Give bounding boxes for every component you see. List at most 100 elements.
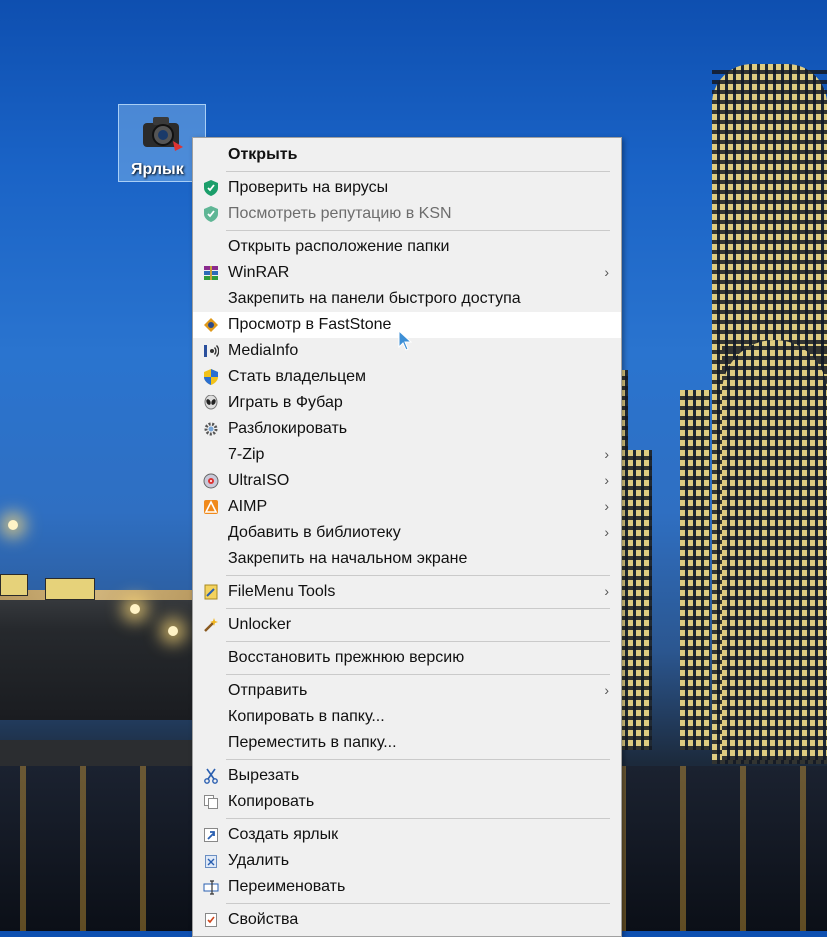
filemenu-tools-icon — [203, 584, 219, 600]
delete-icon — [203, 853, 219, 869]
menu-item-ksn-reputation[interactable]: Посмотреть репутацию в KSN — [193, 201, 621, 227]
kaspersky-shield-icon — [203, 206, 219, 222]
menu-item-send-to[interactable]: Отправить › — [193, 678, 621, 704]
menu-item-label: Открыть расположение папки — [228, 238, 450, 255]
shortcut-label: Ярлык — [131, 161, 184, 178]
road-sign — [0, 574, 28, 596]
unlocker-wand-icon — [203, 617, 219, 633]
submenu-arrow-icon: › — [604, 498, 609, 514]
street-light — [130, 604, 140, 614]
menu-item-open[interactable]: Открыть — [193, 142, 621, 168]
submenu-arrow-icon: › — [604, 446, 609, 462]
menu-item-label: UltraISO — [228, 472, 290, 489]
menu-item-unblock[interactable]: Разблокировать — [193, 416, 621, 442]
menu-item-ultraiso[interactable]: UltraISO › — [193, 468, 621, 494]
menu-item-label: Копировать — [228, 793, 315, 810]
menu-item-rename[interactable]: Переименовать — [193, 874, 621, 900]
menu-item-label: Посмотреть репутацию в KSN — [228, 205, 452, 222]
menu-item-delete[interactable]: Удалить — [193, 848, 621, 874]
shortcut-icon — [203, 827, 219, 843]
menu-item-label: Отправить — [228, 682, 308, 699]
menu-item-copy-to-folder[interactable]: Копировать в папку... — [193, 704, 621, 730]
submenu-arrow-icon: › — [604, 524, 609, 540]
uac-shield-icon — [203, 369, 219, 385]
menu-item-label: 7-Zip — [228, 446, 265, 463]
menu-item-label: Копировать в папку... — [228, 708, 385, 725]
copy-icon — [203, 794, 219, 810]
menu-item-play-foobar[interactable]: Играть в Фубар — [193, 390, 621, 416]
menu-item-unlocker[interactable]: Unlocker — [193, 612, 621, 638]
menu-item-move-to-folder[interactable]: Переместить в папку... — [193, 730, 621, 756]
menu-item-create-shortcut[interactable]: Создать ярлык — [193, 822, 621, 848]
menu-separator — [226, 230, 610, 231]
menu-item-add-to-library[interactable]: Добавить в библиотеку › — [193, 520, 621, 546]
menu-item-label: Добавить в библиотеку — [228, 524, 401, 541]
menu-item-7zip[interactable]: 7-Zip › — [193, 442, 621, 468]
submenu-arrow-icon: › — [604, 583, 609, 599]
menu-item-label: Разблокировать — [228, 420, 348, 437]
menu-item-restore-previous[interactable]: Восстановить прежнюю версию — [193, 645, 621, 671]
faststone-icon — [203, 317, 219, 333]
menu-separator — [226, 759, 610, 760]
menu-item-label: Свойства — [228, 911, 299, 928]
menu-item-label: MediaInfo — [228, 342, 299, 359]
kaspersky-shield-icon — [203, 180, 219, 196]
menu-item-filemenu-tools[interactable]: FileMenu Tools › — [193, 579, 621, 605]
winrar-icon — [203, 265, 219, 281]
submenu-arrow-icon: › — [604, 264, 609, 280]
unblock-gear-icon — [203, 421, 219, 437]
aimp-icon — [203, 499, 219, 515]
menu-item-properties[interactable]: Свойства — [193, 907, 621, 933]
menu-item-label: Вырезать — [228, 767, 300, 784]
bridge — [0, 590, 195, 720]
menu-item-label: Переименовать — [228, 878, 346, 895]
menu-item-winrar[interactable]: WinRAR › — [193, 260, 621, 286]
menu-separator — [226, 903, 610, 904]
mouse-cursor-icon — [398, 330, 413, 351]
street-light — [168, 626, 178, 636]
menu-item-label: Восстановить прежнюю версию — [228, 649, 465, 666]
submenu-arrow-icon: › — [604, 472, 609, 488]
mediainfo-icon — [203, 343, 219, 359]
menu-item-label: Закрепить на панели быстрого доступа — [228, 290, 521, 307]
skyline-building — [680, 390, 710, 750]
menu-item-label: Проверить на вирусы — [228, 179, 389, 196]
menu-item-label: Открыть — [228, 146, 298, 163]
camera-icon — [143, 117, 183, 151]
menu-item-aimp[interactable]: AIMP › — [193, 494, 621, 520]
menu-item-copy[interactable]: Копировать — [193, 789, 621, 815]
menu-item-label: Создать ярлык — [228, 826, 339, 843]
menu-item-label: WinRAR — [228, 264, 290, 281]
skyline-building — [620, 450, 652, 750]
context-menu: Открыть Проверить на вирусы Посмотреть р… — [192, 137, 622, 937]
properties-icon — [203, 912, 219, 928]
menu-item-label: Удалить — [228, 852, 290, 869]
foobar-alien-icon — [203, 395, 219, 411]
ultraiso-icon — [203, 473, 219, 489]
menu-item-scan-virus[interactable]: Проверить на вирусы — [193, 175, 621, 201]
menu-item-take-ownership[interactable]: Стать владельцем — [193, 364, 621, 390]
menu-item-label: AIMP — [228, 498, 268, 515]
menu-item-cut[interactable]: Вырезать — [193, 763, 621, 789]
menu-item-label: Unlocker — [228, 616, 292, 633]
menu-item-pin-start[interactable]: Закрепить на начальном экране — [193, 546, 621, 572]
menu-separator — [226, 818, 610, 819]
menu-separator — [226, 575, 610, 576]
scissors-icon — [203, 768, 219, 784]
menu-item-label: Стать владельцем — [228, 368, 366, 385]
skyline-tower — [722, 340, 827, 760]
menu-separator — [226, 641, 610, 642]
menu-item-label: Переместить в папку... — [228, 734, 397, 751]
menu-separator — [226, 171, 610, 172]
menu-item-label: Просмотр в FastStone — [228, 316, 392, 333]
menu-item-label: Играть в Фубар — [228, 394, 343, 411]
rename-icon — [203, 879, 219, 895]
menu-separator — [226, 674, 610, 675]
street-light — [8, 520, 18, 530]
menu-item-pin-quick-access[interactable]: Закрепить на панели быстрого доступа — [193, 286, 621, 312]
menu-item-open-file-location[interactable]: Открыть расположение папки — [193, 234, 621, 260]
menu-separator — [226, 608, 610, 609]
submenu-arrow-icon: › — [604, 682, 609, 698]
road-sign — [45, 578, 95, 600]
menu-item-label: FileMenu Tools — [228, 583, 336, 600]
